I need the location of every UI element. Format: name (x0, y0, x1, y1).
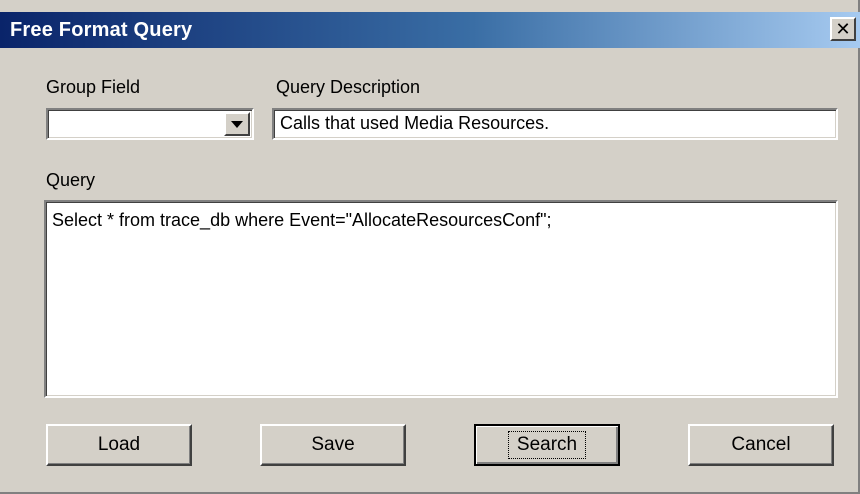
chevron-down-icon (231, 120, 243, 128)
load-button[interactable]: Load (46, 424, 192, 466)
group-field-dropdown[interactable] (46, 108, 254, 140)
group-field-label: Group Field (46, 77, 141, 97)
query-description-input[interactable]: Calls that used Media Resources. (272, 108, 838, 140)
query-textarea[interactable]: Select * from trace_db where Event="Allo… (44, 200, 838, 398)
save-button[interactable]: Save (260, 424, 406, 466)
title-bar[interactable]: Free Format Query ✕ (0, 12, 860, 48)
query-description-label: Query Description (276, 77, 421, 97)
load-button-label: Load (97, 434, 141, 455)
cancel-button-label: Cancel (731, 434, 791, 455)
close-icon: ✕ (835, 19, 851, 39)
search-button-label: Search (507, 431, 587, 459)
window-title: Free Format Query (10, 18, 193, 41)
free-format-query-dialog: Free Format Query ✕ Group Field Query De… (0, 0, 860, 494)
dropdown-button[interactable] (224, 112, 250, 136)
close-button[interactable]: ✕ (830, 17, 856, 41)
cancel-button[interactable]: Cancel (688, 424, 834, 466)
save-button-label: Save (311, 434, 355, 455)
query-label: Query (46, 170, 96, 190)
search-button[interactable]: Search (474, 424, 620, 466)
